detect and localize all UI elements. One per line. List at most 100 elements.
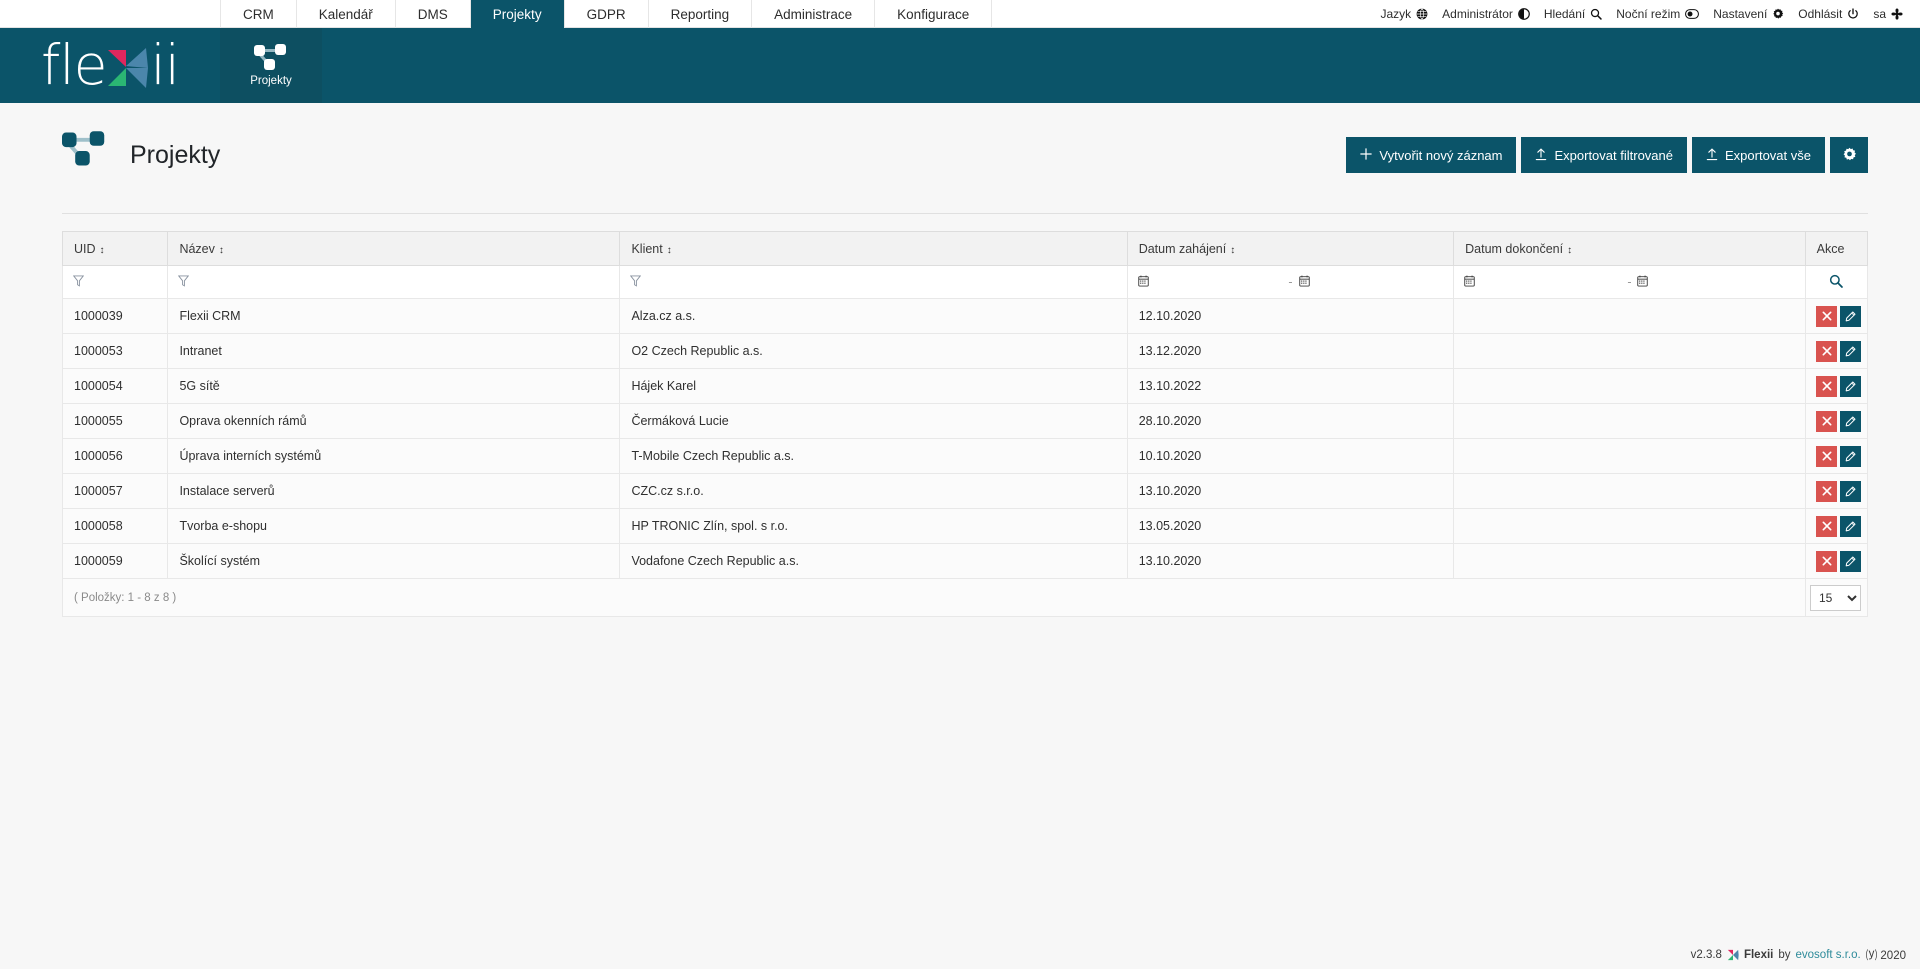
utility-settings[interactable]: Nastavení [1706, 7, 1791, 21]
edit-row-button[interactable] [1840, 410, 1861, 432]
utility-search[interactable]: Hledání [1537, 7, 1609, 21]
filter-cell-akce[interactable] [1804, 265, 1869, 299]
column-label: Datum dokončení [1465, 241, 1564, 256]
column-header-datum-zahajeni[interactable]: Datum zahájení ↕ [1126, 231, 1455, 266]
calendar-icon[interactable] [1298, 275, 1310, 290]
utility-language[interactable]: Jazyk [1373, 7, 1435, 21]
grid-settings-button[interactable] [1830, 137, 1868, 173]
utility-user[interactable]: sa [1866, 7, 1910, 21]
date-to-input[interactable] [1648, 273, 1794, 292]
delete-row-button[interactable] [1816, 445, 1837, 467]
date-from-group[interactable] [1137, 273, 1283, 292]
date-to-group[interactable] [1637, 273, 1794, 292]
brand-band: fle ii Projekty [0, 28, 1920, 103]
calendar-icon[interactable] [1137, 275, 1149, 290]
edit-row-button[interactable] [1840, 375, 1861, 397]
date-to-group[interactable] [1298, 273, 1444, 292]
export-filtered-button[interactable]: Exportovat filtrované [1521, 137, 1687, 173]
page-header-actions: Vytvořit nový záznam Exportovat filtrova… [1346, 137, 1868, 173]
cell-nazev: 5G sítě [167, 368, 621, 404]
page-title-text: Projekty [130, 140, 221, 169]
edit-row-button[interactable] [1840, 480, 1861, 502]
nav-item-projekty[interactable]: Projekty [469, 0, 564, 28]
cell-akce [1804, 543, 1869, 579]
page-title-nodes-icon [62, 131, 123, 179]
delete-row-button[interactable] [1816, 550, 1837, 572]
utility-logout[interactable]: Odhlásit [1791, 7, 1866, 21]
flexii-x-icon [1727, 949, 1739, 961]
delete-row-button[interactable] [1816, 480, 1837, 502]
filter-cell-nazev[interactable] [167, 265, 621, 299]
cell-klient: Čermáková Lucie [619, 403, 1128, 439]
column-header-datum-dokonceni[interactable]: Datum dokončení ↕ [1453, 231, 1806, 266]
table-row[interactable]: 1000054 5G sítě Hájek Karel 13.10.2022 [61, 368, 1869, 404]
date-from-group[interactable] [1464, 273, 1621, 292]
nav-item-reporting[interactable]: Reporting [647, 0, 752, 28]
column-header-uid[interactable]: UID ↕ [61, 231, 169, 266]
cell-datum-dokonceni [1453, 543, 1806, 579]
calendar-icon[interactable] [1637, 275, 1649, 290]
utility-administrator[interactable]: Administrátor [1435, 7, 1537, 21]
cell-klient: Hájek Karel [619, 368, 1128, 404]
edit-row-button[interactable] [1840, 445, 1861, 467]
calendar-icon[interactable] [1464, 275, 1475, 290]
search-icon[interactable] [1829, 274, 1844, 291]
sort-icon[interactable]: ↕ [100, 245, 105, 256]
utility-menu: Jazyk Administrátor Hledání Noční režim … [1373, 0, 1920, 27]
filter-funnel-icon[interactable] [630, 275, 642, 290]
nav-item-gdpr[interactable]: GDPR [563, 0, 648, 28]
column-label: Datum zahájení [1138, 241, 1227, 256]
delete-row-button[interactable] [1816, 515, 1837, 537]
edit-row-button[interactable] [1840, 340, 1861, 362]
filter-cell-datum-dokonceni[interactable]: - [1453, 265, 1806, 299]
filter-cell-klient[interactable] [619, 265, 1128, 299]
date-from-input[interactable] [1149, 273, 1283, 292]
nav-item-kalendar[interactable]: Kalendář [295, 0, 395, 28]
delete-row-button[interactable] [1816, 340, 1837, 362]
table-row[interactable]: 1000039 Flexii CRM Alza.cz a.s. 12.10.2020 [61, 298, 1869, 334]
nav-item-administrace[interactable]: Administrace [751, 0, 874, 28]
sort-icon[interactable]: ↕ [219, 245, 224, 256]
delete-row-button[interactable] [1816, 305, 1837, 327]
module-tab-projekty[interactable]: Projekty [220, 28, 322, 103]
main-navigation: CRM Kalendář DMS Projekty GDPR Reporting… [220, 0, 993, 28]
filter-funnel-icon[interactable] [72, 275, 85, 290]
sort-icon[interactable]: ↕ [667, 245, 672, 256]
utility-night-mode[interactable]: Noční režim [1609, 7, 1706, 21]
project-nodes-icon [254, 44, 288, 70]
nav-item-dms[interactable]: DMS [394, 0, 470, 28]
edit-row-button[interactable] [1840, 515, 1861, 537]
table-row[interactable]: 1000053 Intranet O2 Czech Republic a.s. 13.… [61, 333, 1869, 369]
table-row[interactable]: 1000058 Tvorba e-shopu HP TRONIC Zlín, spo… [61, 508, 1869, 544]
cell-datum-dokonceni [1453, 298, 1806, 334]
table-row[interactable]: 1000055 Oprava okenních rámů Čermáková Luc… [61, 403, 1869, 439]
sort-icon[interactable]: ↕ [1230, 245, 1235, 256]
export-all-button[interactable]: Exportovat vše [1692, 137, 1825, 173]
table-footer-row: ( Položky: 1 - 8 z 8 ) 152550100 [62, 578, 1869, 617]
utility-administrator-label: Administrátor [1442, 6, 1513, 21]
logo-area[interactable]: fle ii [0, 28, 220, 103]
create-record-button[interactable]: Vytvořit nový záznam [1346, 137, 1517, 173]
delete-row-button[interactable] [1816, 375, 1837, 397]
sort-icon[interactable]: ↕ [1567, 245, 1572, 256]
edit-row-button[interactable] [1840, 305, 1861, 327]
column-header-klient[interactable]: Klient ↕ [619, 231, 1128, 266]
filter-funnel-icon[interactable] [178, 275, 190, 290]
nav-item-konfigurace[interactable]: Konfigurace [874, 0, 993, 28]
table-row[interactable]: 1000056 Úprava interních systémů T-Mobile … [61, 438, 1869, 474]
cell-datum-zahajeni: 13.10.2020 [1126, 543, 1455, 579]
filter-cell-uid[interactable] [61, 265, 169, 299]
footer-company-link[interactable]: evosoft s.r.o. [1796, 949, 1861, 961]
filter-cell-datum-zahajeni[interactable]: - [1126, 265, 1455, 299]
column-header-nazev[interactable]: Název ↕ [167, 231, 621, 266]
delete-row-button[interactable] [1816, 410, 1837, 432]
cell-datum-dokonceni [1453, 403, 1806, 439]
date-from-input[interactable] [1475, 273, 1621, 292]
date-to-input[interactable] [1310, 273, 1444, 292]
edit-row-button[interactable] [1840, 550, 1861, 572]
nav-item-crm[interactable]: CRM [220, 0, 296, 28]
page-size-select[interactable]: 152550100 [1810, 584, 1861, 611]
table-row[interactable]: 1000059 Školící systém Vodafone Czech Repu… [61, 543, 1869, 579]
cell-datum-zahajeni: 13.05.2020 [1126, 508, 1455, 544]
table-row[interactable]: 1000057 Instalace serverů CZC.cz s.r.o. 13.… [61, 473, 1869, 509]
